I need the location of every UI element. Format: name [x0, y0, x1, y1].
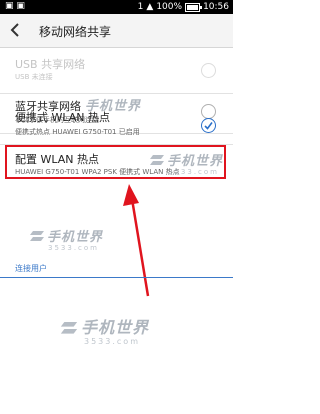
annotation-arrow: [123, 184, 150, 297]
section-header-connected-users: 连接用户: [15, 264, 47, 273]
section-divider: [0, 277, 233, 278]
